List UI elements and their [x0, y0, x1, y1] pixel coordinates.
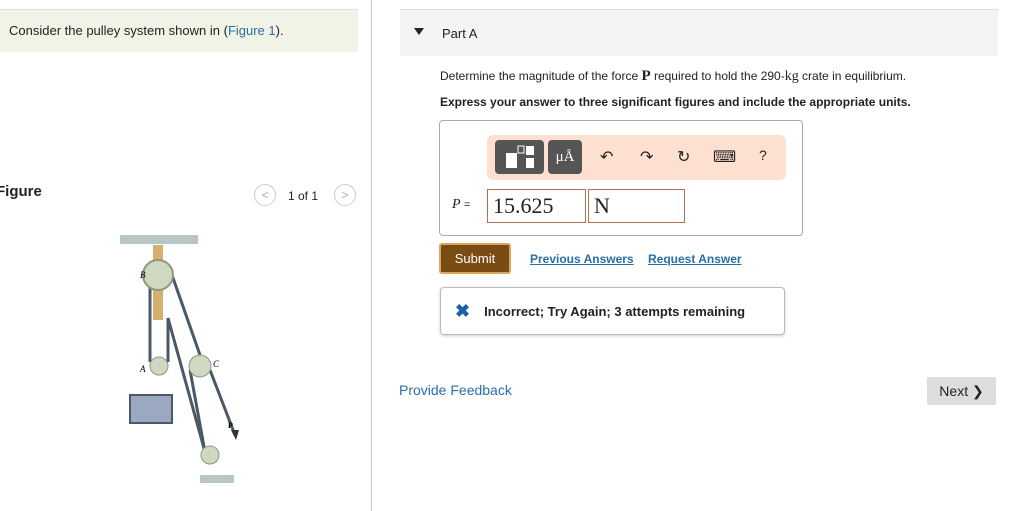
q-mid: required to hold the 290-: [650, 69, 785, 83]
keyboard-icon[interactable]: ⌨: [713, 147, 736, 167]
next-figure-button[interactable]: >: [334, 184, 356, 206]
pulley-d: [200, 445, 220, 465]
templates-icon: [505, 145, 534, 168]
crate: [129, 394, 173, 424]
label-b: B: [140, 270, 146, 280]
part-a-title: Part A: [442, 26, 478, 41]
incorrect-icon: ✖: [455, 300, 471, 321]
feedback-text: Incorrect; Try Again; 3 attempts remaini…: [484, 303, 746, 319]
reset-icon[interactable]: ↻: [677, 147, 690, 167]
instruction-text: Express your answer to three significant…: [440, 95, 911, 109]
problem-text-end: ).: [275, 23, 284, 38]
prev-figure-button[interactable]: <: [254, 184, 276, 206]
variable-p: P: [452, 197, 461, 212]
divider: [371, 0, 372, 511]
force-arrow: [231, 430, 239, 440]
previous-answers-link[interactable]: Previous Answers: [530, 252, 634, 266]
figure-link[interactable]: Figure 1: [228, 23, 276, 38]
q-pre: Determine the magnitude of the force: [440, 69, 642, 83]
math-toolbar: μÅ ↶ ↷ ↻ ⌨ ?: [487, 135, 786, 180]
provide-feedback-link[interactable]: Provide Feedback: [399, 382, 512, 398]
value-input[interactable]: 15.625: [487, 189, 586, 223]
pulley-figure: B A C P: [120, 235, 239, 483]
collapse-triangle-icon: [414, 28, 424, 35]
help-icon[interactable]: ?: [759, 147, 767, 163]
undo-icon[interactable]: ↶: [600, 147, 613, 167]
figure-title: Figure: [0, 183, 42, 200]
q-post: crate in equilibrium.: [798, 69, 907, 83]
redo-icon[interactable]: ↷: [640, 147, 653, 167]
feedback-message: ✖ Incorrect; Try Again; 3 attempts remain…: [440, 287, 785, 335]
problem-statement: Consider the pulley system shown in (Fig…: [0, 9, 358, 52]
pulley-c: [188, 354, 212, 378]
next-button[interactable]: Next ❯: [927, 377, 996, 405]
label-p: P: [228, 421, 233, 430]
unit-input[interactable]: N: [588, 189, 685, 223]
pulley-a: [149, 356, 169, 376]
q-unit: kg: [784, 69, 799, 84]
label-c: C: [213, 359, 220, 369]
ceiling: [120, 235, 198, 244]
floor: [200, 475, 234, 483]
equals: =: [463, 199, 471, 211]
units-button[interactable]: μÅ: [548, 140, 582, 174]
part-a-header[interactable]: Part A: [400, 9, 998, 56]
templates-button[interactable]: [495, 140, 544, 174]
q-force: P: [641, 68, 651, 84]
request-answer-link[interactable]: Request Answer: [648, 252, 742, 266]
pulley-b: [142, 259, 174, 291]
problem-text: Consider the pulley system shown in (: [9, 23, 228, 38]
submit-button[interactable]: Submit: [439, 243, 511, 274]
label-a: A: [139, 364, 146, 374]
answer-variable: P =: [452, 197, 470, 213]
figure-pager: 1 of 1: [288, 189, 319, 203]
question-text: Determine the magnitude of the force P r…: [440, 68, 906, 85]
